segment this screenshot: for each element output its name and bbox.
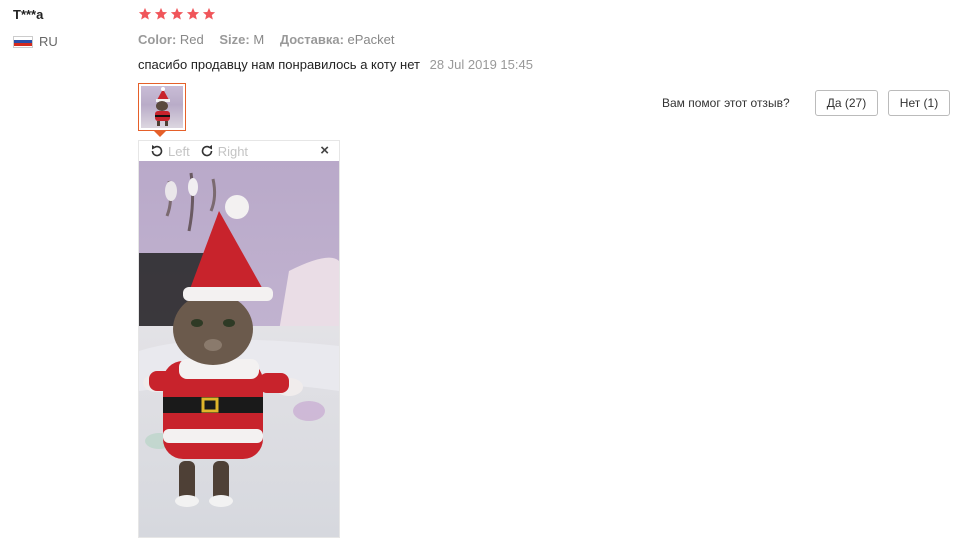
thumbnail-selected-caret [154, 131, 166, 137]
order-attributes: Color: Red Size: M Доставка: ePacket [138, 32, 407, 47]
rotate-right-button[interactable]: Right [199, 143, 248, 159]
rotate-right-label: Right [217, 143, 249, 159]
rotate-left-label: Left [168, 143, 190, 159]
helpful-yes-button[interactable]: Да (27) [815, 90, 878, 116]
color-value: Red [179, 32, 204, 47]
country-code: RU [39, 34, 58, 49]
rating-stars [138, 7, 216, 21]
shipping-label: Доставка: [279, 32, 344, 47]
review-body: спасибо продавцу нам понравилось а коту … [138, 57, 533, 72]
thumbnail-image [141, 86, 183, 128]
photo-viewer-toolbar: Left Right × [139, 141, 339, 161]
star-icon [138, 7, 152, 20]
review-photo-large [139, 161, 339, 537]
star-icon [202, 7, 216, 20]
reviewer-name: T***a [13, 7, 44, 22]
helpful-question: Вам помог этот отзыв? [662, 96, 790, 110]
review-text: спасибо продавцу нам понравилось а коту … [138, 57, 420, 72]
russia-flag-icon [13, 35, 33, 48]
helpful-no-button[interactable]: Нет (1) [888, 90, 950, 116]
review-date: 28 Jul 2019 15:45 [429, 57, 533, 72]
photo-viewer: Left Right × [138, 140, 340, 538]
size-label: Size: [219, 32, 250, 47]
size-value: M [253, 32, 265, 47]
review-photo-thumbnail[interactable] [138, 83, 186, 131]
rotate-left-icon [151, 145, 163, 157]
shipping-value: ePacket [347, 32, 395, 47]
rotate-right-icon [201, 145, 212, 157]
rotate-left-button[interactable]: Left [149, 143, 190, 159]
color-label: Color: [138, 32, 177, 47]
reviewer-country: RU [13, 34, 58, 49]
star-icon [154, 7, 168, 20]
star-icon [170, 7, 184, 20]
close-viewer-icon[interactable]: × [320, 142, 329, 159]
star-icon [186, 7, 200, 20]
